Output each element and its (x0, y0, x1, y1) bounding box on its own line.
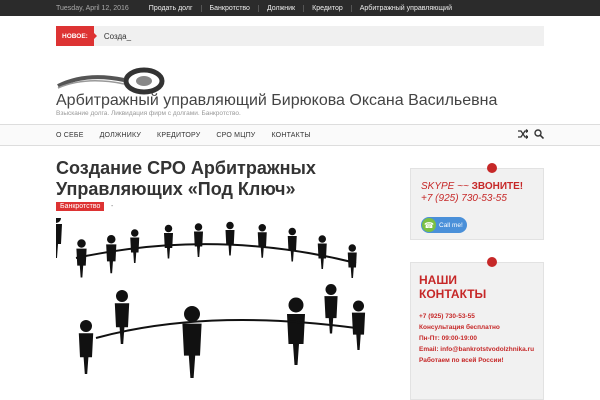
top-nav-link[interactable]: Банкротство (200, 4, 258, 12)
call-me-label: Call me! (439, 221, 463, 229)
contact-email[interactable]: Email: info@bankrotstvodolzhnika.ru (419, 344, 534, 355)
phone-icon: ☎ (422, 218, 436, 232)
ticker-badge: НОВОЕ: (56, 26, 94, 46)
main-nav: О СЕБЕ ДОЛЖНИКУ КРЕДИТОРУ СРО МЦПУ КОНТА… (0, 124, 600, 146)
contact-region: Работаем по всей России! (419, 357, 504, 364)
nav-item-about[interactable]: О СЕБЕ (56, 132, 100, 139)
nav-item-sro[interactable]: СРО МЦПУ (216, 132, 271, 139)
nav-item-contacts[interactable]: КОНТАКТЫ (271, 132, 326, 139)
top-nav-link[interactable]: Должник (257, 4, 303, 12)
contact-consult: Консультация бесплатно (419, 324, 500, 331)
nav-item-debtor[interactable]: ДОЛЖНИКУ (100, 132, 157, 139)
skype-line: SKYPE ~~ ЗВОНИТЕ! (421, 181, 523, 192)
category-badge[interactable]: Банкротство (56, 202, 105, 211)
skype-phone: +7 (925) 730-53-55 (421, 193, 507, 204)
search-icon[interactable] (534, 129, 544, 139)
skype-call-text: ЗВОНИТЕ! (471, 181, 524, 192)
skype-widget: SKYPE ~~ ЗВОНИТЕ! +7 (925) 730-53-55 ☎ C… (410, 163, 544, 240)
top-nav: Продать долг Банкротство Должник Кредито… (141, 4, 460, 12)
site-title[interactable]: Арбитражный управляющий Бирюкова Оксана … (56, 92, 497, 110)
site-description: Взыскание долга. Ликвидация фирм с долга… (56, 110, 241, 117)
news-ticker: НОВОЕ: Созда_ (56, 26, 544, 46)
top-nav-link[interactable]: Продать долг (141, 5, 201, 12)
top-bar: Tuesday, April 12, 2016 Продать долг Бан… (0, 0, 600, 16)
shuffle-icon[interactable] (518, 129, 528, 139)
call-me-button[interactable]: ☎ Call me! (421, 217, 467, 233)
current-date: Tuesday, April 12, 2016 (56, 4, 129, 12)
nav-item-creditor[interactable]: КРЕДИТОРУ (157, 132, 216, 139)
top-nav-link[interactable]: Арбитражный управляющий (350, 4, 460, 12)
contact-hours: Пн-Пт: 09:00-19:00 (419, 335, 478, 342)
contact-lines: +7 (925) 730-53-55 Консультация бесплатн… (419, 311, 534, 366)
pushpin-icon (487, 163, 497, 173)
pushpin-icon (487, 257, 497, 267)
contacts-widget: НАШИ КОНТАКТЫ +7 (925) 730-53-55 Консуль… (410, 257, 544, 400)
contacts-title: НАШИ КОНТАКТЫ (419, 273, 487, 301)
skype-prefix: SKYPE ~~ (421, 181, 472, 192)
ticker-text[interactable]: Созда_ (104, 32, 131, 41)
contact-phone[interactable]: +7 (925) 730-53-55 (419, 311, 534, 322)
meta-separator: - (111, 203, 114, 210)
featured-image-people-circle (56, 218, 366, 379)
top-nav-link[interactable]: Кредитор (303, 4, 351, 12)
post-title[interactable]: Создание СРО Арбитражных Управляющих «По… (56, 158, 346, 200)
